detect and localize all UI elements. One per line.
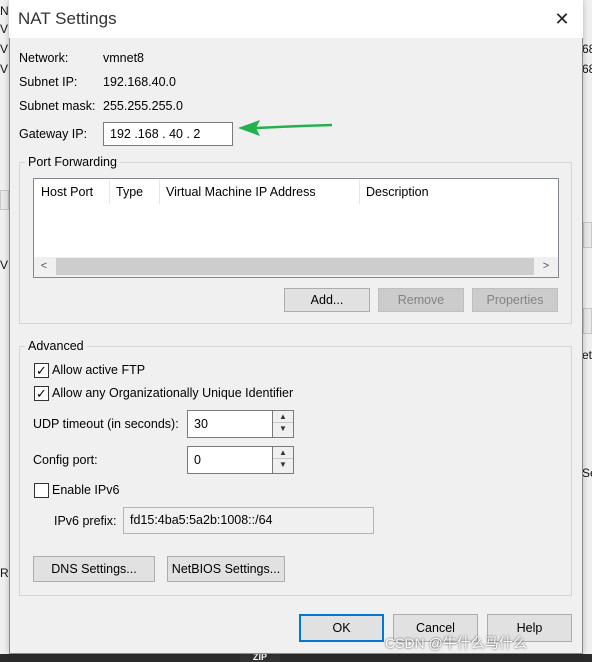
- scroll-left-icon[interactable]: <: [36, 260, 52, 272]
- advanced-title: Advanced: [25, 339, 87, 353]
- column-divider[interactable]: [159, 180, 160, 204]
- bg-text-fragment: V: [0, 22, 9, 36]
- enable-ipv6-label[interactable]: Enable IPv6: [52, 483, 119, 497]
- subnet-mask-label: Subnet mask:: [19, 99, 96, 113]
- ipv6-prefix-input[interactable]: fd15:4ba5:5a2b:1008::/64: [123, 507, 374, 534]
- csdn-watermark: CSDN @牛什么马什么: [385, 635, 527, 651]
- config-port-label: Config port:: [33, 453, 98, 467]
- allow-oui-label[interactable]: Allow any Organizationally Unique Identi…: [52, 386, 293, 400]
- annotation-arrow-icon: [238, 120, 333, 136]
- bg-text-fragment: et: [582, 348, 592, 362]
- add-button[interactable]: Add...: [284, 288, 370, 312]
- ipv6-prefix-label: IPv6 prefix:: [54, 514, 117, 528]
- gateway-ip-field[interactable]: 192 .168 . 40 . 2: [103, 122, 233, 146]
- column-divider[interactable]: [359, 180, 360, 204]
- bg-text-fragment: 68: [582, 62, 592, 76]
- bg-text-fragment: V: [0, 258, 9, 272]
- taskbar: [0, 654, 592, 662]
- column-header-description[interactable]: Description: [366, 185, 429, 199]
- spin-down-icon[interactable]: ▼: [273, 459, 293, 471]
- bg-text-fragment: N: [0, 4, 9, 18]
- config-port-spinner[interactable]: ▲ ▼: [272, 446, 294, 474]
- scroll-right-icon[interactable]: >: [538, 260, 554, 272]
- bg-control: [583, 222, 592, 248]
- subnet-ip-label: Subnet IP:: [19, 75, 78, 89]
- remove-button[interactable]: Remove: [378, 288, 464, 312]
- udp-timeout-input[interactable]: 30: [187, 410, 273, 438]
- network-label: Network:: [19, 51, 69, 65]
- column-divider[interactable]: [109, 180, 110, 204]
- allow-ftp-checkbox[interactable]: ✓: [34, 363, 49, 378]
- allow-oui-checkbox[interactable]: ✓: [34, 386, 49, 401]
- scrollbar-thumb[interactable]: [56, 258, 534, 275]
- netbios-settings-button[interactable]: NetBIOS Settings...: [167, 556, 285, 582]
- enable-ipv6-checkbox[interactable]: [34, 483, 49, 498]
- close-icon[interactable]: ✕: [548, 5, 576, 33]
- udp-timeout-spinner[interactable]: ▲ ▼: [272, 410, 294, 438]
- bg-control: [0, 190, 9, 210]
- spin-up-icon[interactable]: ▲: [273, 447, 293, 459]
- column-header-vm-ip[interactable]: Virtual Machine IP Address: [166, 185, 316, 199]
- spin-down-icon[interactable]: ▼: [273, 423, 293, 435]
- gateway-ip-label: Gateway IP:: [19, 127, 88, 141]
- port-forwarding-title: Port Forwarding: [25, 155, 120, 169]
- udp-timeout-label: UDP timeout (in seconds):: [33, 417, 179, 431]
- config-port-input[interactable]: 0: [187, 446, 273, 474]
- subnet-ip-value: 192.168.40.0: [103, 75, 176, 89]
- spin-up-icon[interactable]: ▲: [273, 411, 293, 423]
- bg-text-fragment: V: [0, 62, 9, 76]
- bg-control: [583, 308, 592, 334]
- subnet-mask-value: 255.255.255.0: [103, 99, 183, 113]
- bg-text-fragment: V: [0, 42, 9, 56]
- bg-text-fragment: 68: [582, 42, 592, 56]
- bg-text-fragment: Se: [582, 466, 592, 480]
- column-header-type[interactable]: Type: [116, 185, 143, 199]
- properties-button[interactable]: Properties: [472, 288, 558, 312]
- ok-button[interactable]: OK: [299, 614, 384, 642]
- dns-settings-button[interactable]: DNS Settings...: [33, 556, 155, 582]
- dialog-title: NAT Settings: [18, 9, 117, 28]
- network-value: vmnet8: [103, 51, 144, 65]
- column-header-host-port[interactable]: Host Port: [41, 185, 93, 199]
- allow-ftp-label[interactable]: Allow active FTP: [52, 363, 145, 377]
